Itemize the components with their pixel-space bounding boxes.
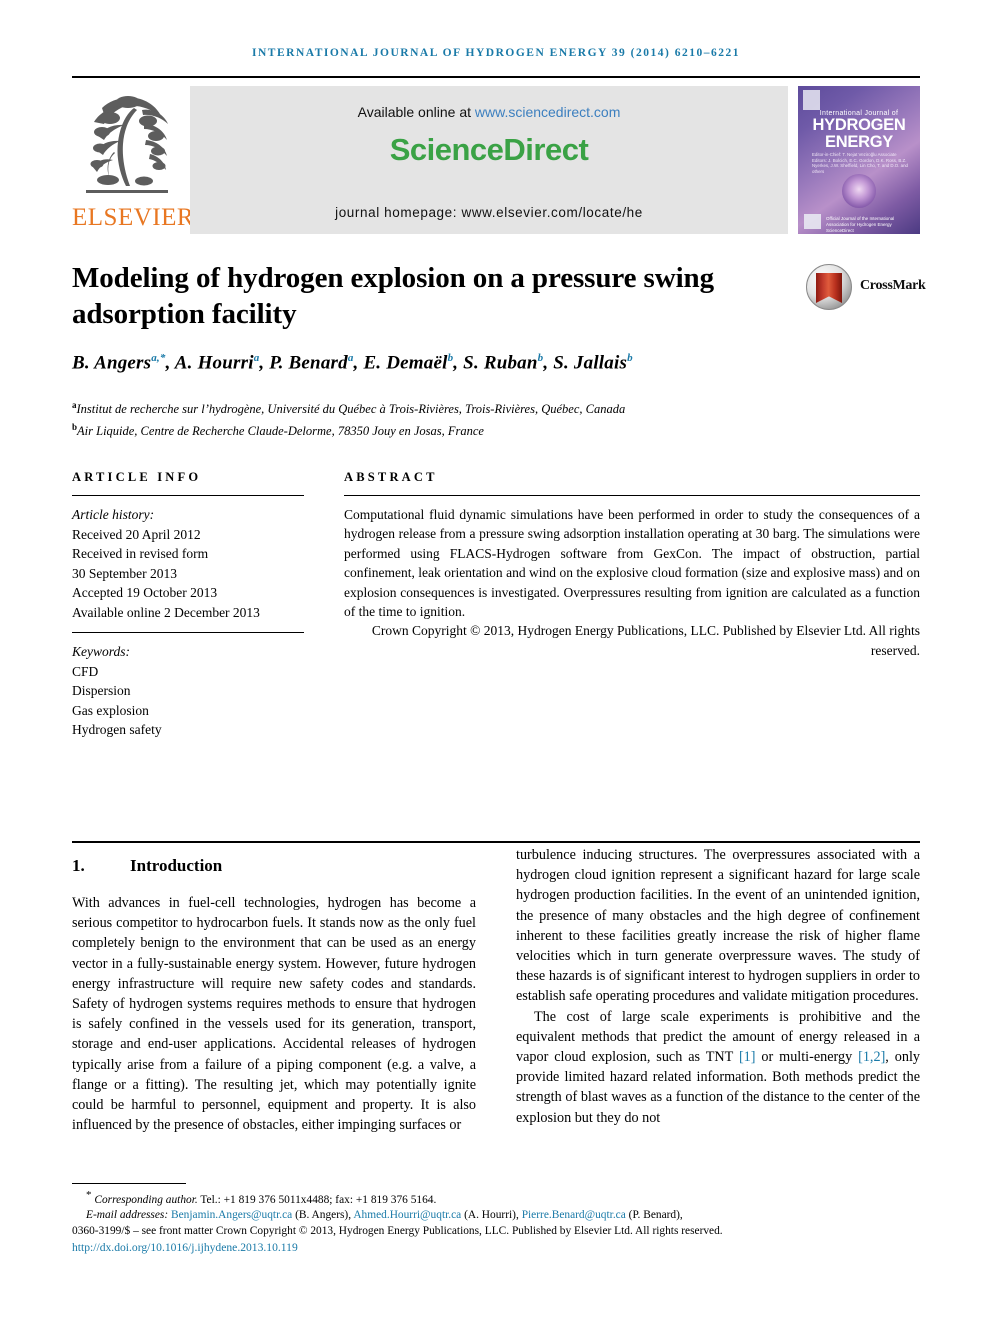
email-addresses-line: E-mail addresses: Benjamin.Angers@uqtr.c… <box>86 1209 683 1222</box>
footnote-rule <box>72 1183 186 1184</box>
journal-cover-thumbnail[interactable]: International Journal of HYDROGEN ENERGY… <box>798 86 920 234</box>
body-column-left: 1. Introduction With advances in fuel-cel… <box>72 845 476 1135</box>
email-person: (A. Hourri) <box>464 1209 516 1222</box>
article-history-item: Received in revised form <box>72 546 209 561</box>
elsevier-logo: ELSEVIER <box>72 86 195 234</box>
article-history: Article history: Received 20 April 2012 R… <box>72 505 304 622</box>
corresponding-author-contact: Tel.: +1 819 376 5011x4488; fax: +1 819 … <box>197 1193 437 1206</box>
author-name: A. Hourri <box>174 352 254 374</box>
sciencedirect-banner: Available online at www.sciencedirect.co… <box>190 86 788 234</box>
cover-orb-graphic <box>842 174 876 208</box>
email-link[interactable]: Ahmed.Hourri@uqtr.ca <box>353 1209 461 1221</box>
keyword-item: Hydrogen safety <box>72 722 162 737</box>
sciencedirect-url-link[interactable]: www.sciencedirect.com <box>475 104 621 120</box>
article-history-item: Accepted 19 October 2013 <box>72 585 218 600</box>
crossmark-icon <box>806 264 852 310</box>
keywords-rule <box>72 632 304 633</box>
cover-footer: Official Journal of the International As… <box>804 214 914 233</box>
crossmark-badge[interactable]: CrossMark <box>806 262 936 314</box>
title-block: Modeling of hydrogen explosion on a pres… <box>72 260 772 332</box>
author-name: E. Demaël <box>363 352 448 374</box>
email-person: (P. Benard) <box>628 1209 680 1222</box>
intro-paragraph-left: With advances in fuel-cell technologies,… <box>72 895 476 1134</box>
author-name: S. Jallais <box>553 352 628 374</box>
abstract-text: Computational fluid dynamic simulations … <box>344 507 920 620</box>
sciencedirect-logo[interactable]: ScienceDirect <box>190 132 788 168</box>
affiliation-marker: b <box>72 422 78 433</box>
section-title: Introduction <box>130 856 223 875</box>
corresponding-author-label: Corresponding author. <box>94 1193 198 1206</box>
article-history-label: Article history: <box>72 507 155 522</box>
author-name: P. Benard <box>269 352 348 374</box>
cover-footer-text: Official Journal of the International As… <box>826 216 895 233</box>
elsevier-tree-icon <box>86 96 168 193</box>
keywords-label: Keywords: <box>72 644 130 659</box>
crossmark-label: CrossMark <box>860 278 926 293</box>
email-link[interactable]: Benjamin.Angers@uqtr.ca <box>171 1209 292 1221</box>
author-affiliation-marker: a,* <box>151 352 166 364</box>
body-column-right: turbulence inducing structures. The over… <box>516 845 920 1128</box>
author-affiliation-marker: a <box>347 352 354 364</box>
author-name: S. Ruban <box>463 352 538 374</box>
masthead: ELSEVIER Available online at www.science… <box>72 76 920 236</box>
intro-p2-seg-b: or multi-energy <box>755 1049 859 1066</box>
abstract-rule <box>344 495 920 496</box>
available-online-line: Available online at www.sciencedirect.co… <box>190 104 788 120</box>
cover-iahe-logo-icon <box>804 214 821 229</box>
section-heading-introduction: 1. Introduction <box>72 856 476 876</box>
running-head: International Journal of Hydrogen Energy… <box>252 47 740 59</box>
affiliation-item: bAir Liquide, Centre de Recherche Claude… <box>72 422 484 439</box>
issn-copyright-line: 0360-3199/$ – see front matter Crown Cop… <box>72 1224 723 1237</box>
author-list: B. Angersa,*, A. Hourria, P. Benarda, E.… <box>72 352 633 374</box>
footnote-block: * Corresponding author. Tel.: +1 819 376… <box>72 1183 920 1255</box>
cover-title-line2: ENERGY <box>825 133 893 151</box>
cover-elsevier-mark-icon <box>803 90 820 110</box>
article-history-item: Received 20 April 2012 <box>72 526 201 542</box>
abstract-copyright: Crown Copyright © 2013, Hydrogen Energy … <box>371 623 920 658</box>
affiliation-item: aInstitut de recherche sur l’hydrogène, … <box>72 400 626 417</box>
author-affiliation-marker: b <box>537 352 544 364</box>
corresponding-author-marker: * <box>86 1189 92 1201</box>
cover-editor-block: Editor-in-Chief: T. Nejat Veziroğlu Asso… <box>812 152 908 174</box>
email-addresses-label: E-mail addresses: <box>86 1209 169 1222</box>
author-name: B. Angers <box>72 352 152 374</box>
keyword-item: CFD <box>72 663 99 679</box>
available-online-prefix: Available online at <box>357 104 475 120</box>
abstract-column: Abstract Computational fluid dynamic sim… <box>344 470 920 660</box>
author-affiliation-marker: b <box>627 352 633 364</box>
crossmark-bookmark-shape <box>816 273 842 303</box>
intro-paragraph-right-2: The cost of large scale experiments is p… <box>516 1007 920 1128</box>
journal-homepage-line[interactable]: journal homepage: www.elsevier.com/locat… <box>190 205 788 220</box>
cover-title-line1: HYDROGEN <box>812 116 906 134</box>
journal-article-first-page: International Journal of Hydrogen Energy… <box>0 0 992 1323</box>
article-history-item: 30 September 2013 <box>72 565 177 581</box>
body-separator-rule <box>72 841 920 843</box>
section-number: 1. <box>72 856 85 875</box>
article-info-heading: Article info <box>72 470 202 484</box>
keyword-item: Gas explosion <box>72 702 149 718</box>
article-info-column: Article info Article history: Received 2… <box>72 470 304 740</box>
abstract-heading: Abstract <box>344 470 438 484</box>
keywords-block: Keywords: CFD Dispersion Gas explosion Hydr… <box>72 642 304 740</box>
intro-paragraph-right-1: turbulence inducing structures. The over… <box>516 847 920 1005</box>
affiliation-list: aInstitut de recherche sur l’hydrogène, … <box>72 396 920 440</box>
corresponding-author-line: * Corresponding author. Tel.: +1 819 376… <box>72 1188 920 1208</box>
affiliation-marker: a <box>72 400 77 410</box>
elsevier-wordmark: ELSEVIER <box>72 204 195 231</box>
doi-link[interactable]: http://dx.doi.org/10.1016/j.ijhydene.201… <box>72 1240 920 1256</box>
article-history-item: Available online 2 December 2013 <box>72 604 260 620</box>
article-info-rule <box>72 495 304 496</box>
email-person: (B. Angers) <box>295 1209 349 1222</box>
author-affiliation-marker: b <box>447 352 454 364</box>
email-link[interactable]: Pierre.Benard@uqtr.ca <box>522 1209 626 1221</box>
page-title: Modeling of hydrogen explosion on a pres… <box>72 262 714 330</box>
keyword-item: Dispersion <box>72 683 131 698</box>
author-affiliation-marker: a <box>253 352 260 364</box>
citation-ref-1-2[interactable]: [1,2] <box>858 1049 885 1065</box>
citation-ref-1[interactable]: [1] <box>739 1049 756 1065</box>
